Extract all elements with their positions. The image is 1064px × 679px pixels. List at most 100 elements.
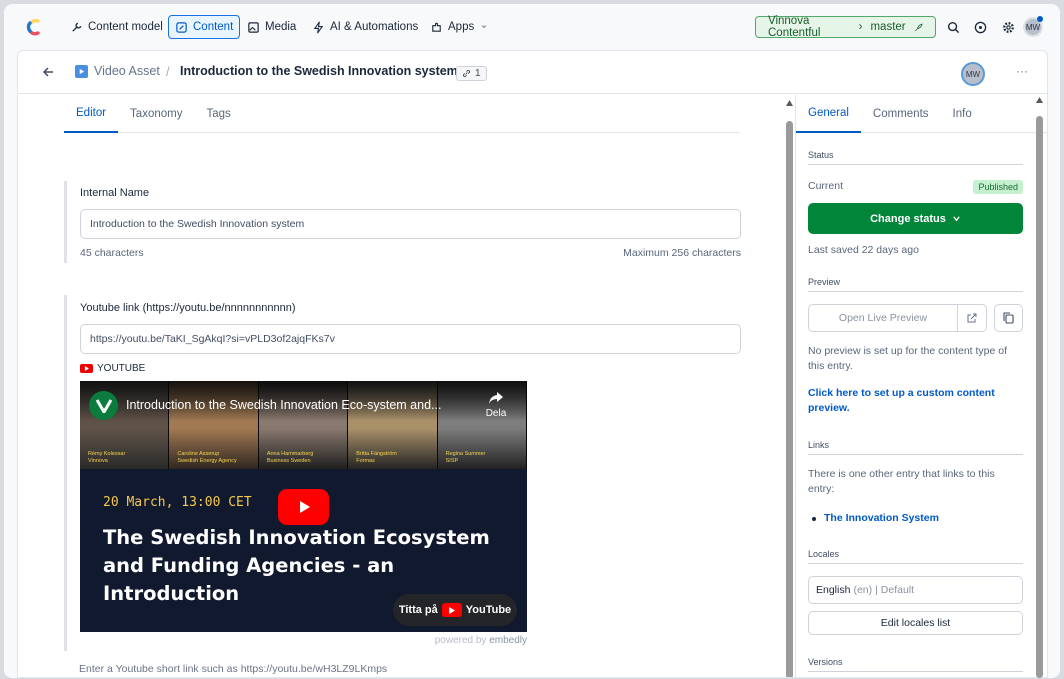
tab-comments[interactable]: Comments <box>861 95 941 133</box>
open-external-button[interactable] <box>958 304 987 332</box>
internal-name-field: Internal Name Introduction to the Swedis… <box>64 181 742 263</box>
character-count: 45 characters <box>80 247 144 259</box>
copy-icon <box>1003 312 1014 324</box>
sidebar-scrollbar[interactable] <box>1035 94 1044 678</box>
channel-logo[interactable] <box>89 391 118 420</box>
character-counter: 45 characters Maximum 256 characters <box>80 247 741 259</box>
video-title[interactable]: Introduction to the Swedish Innovation E… <box>126 398 441 412</box>
headline-line-1: The Swedish Innovation Ecosystem <box>103 526 490 549</box>
locale-code: (en) <box>853 584 873 596</box>
current-label: Current <box>808 180 844 192</box>
play-button[interactable] <box>278 489 329 525</box>
internal-name-input[interactable]: Introduction to the Swedish Innovation s… <box>80 209 741 239</box>
youtube-link-input[interactable]: https://youtu.be/TaKI_SgAkqI?si=vPLD3of2… <box>80 324 741 354</box>
speaker-name: Britta Fängström <box>356 451 397 457</box>
rocket-icon <box>914 23 923 31</box>
linked-entry[interactable]: The Innovation System <box>824 511 939 526</box>
nav-content[interactable]: Content <box>168 15 241 39</box>
wrench-icon <box>72 22 82 32</box>
content-type-label: Video Asset <box>94 64 160 78</box>
tab-general[interactable]: General <box>796 95 861 133</box>
share-button[interactable]: Dela <box>481 391 511 419</box>
nav-media[interactable]: Media <box>241 15 302 39</box>
links-section: Links There is one other entry that link… <box>808 440 1023 526</box>
versions-section: Versions <box>808 657 1023 672</box>
video-embed[interactable]: Rémy Kolessar Vinnova Caroline Asserup Swe… <box>80 381 527 632</box>
editor-scrollbar[interactable] <box>785 97 794 678</box>
change-status-button[interactable]: Change status <box>808 203 1023 234</box>
content-type-breadcrumb[interactable]: Video Asset <box>75 64 160 78</box>
embedly-brand: embedly <box>489 635 527 646</box>
speaker-org: Swedish Energy Agency <box>177 458 237 464</box>
link-icon <box>462 69 471 78</box>
entry-editor-initials: MW <box>965 69 981 79</box>
nav-apps-label: Apps <box>448 21 475 33</box>
chevron-down-icon <box>953 216 960 222</box>
watch-on-youtube-button[interactable]: Titta på YouTube <box>393 594 517 626</box>
entry-title: Introduction to the Swedish Innovation s… <box>180 64 458 78</box>
tab-info[interactable]: Info <box>941 95 984 133</box>
last-saved: Last saved 22 days ago <box>808 244 919 256</box>
edit-icon <box>176 21 187 33</box>
search-icon <box>947 21 959 33</box>
help-button[interactable] <box>971 18 989 36</box>
breadcrumb-separator: / <box>166 64 170 79</box>
copy-preview-button[interactable] <box>994 304 1023 332</box>
entry-editor-panel: Video Asset / Introduction to the Swedis… <box>17 50 1048 678</box>
speaker-org: Formas <box>356 458 375 464</box>
speaker-name: Caroline Asserup <box>177 451 220 457</box>
tab-tags[interactable]: Tags <box>194 95 242 133</box>
contentful-logo[interactable] <box>24 17 44 37</box>
edit-locales-button[interactable]: Edit locales list <box>808 611 1023 635</box>
environment-name: Vinnova Contentful <box>768 15 821 39</box>
youtube-link-field: Youtube link (https://youtu.be/nnnnnnnnn… <box>64 295 742 651</box>
gear-icon <box>1002 21 1014 33</box>
nav-media-label: Media <box>265 21 297 33</box>
links-text: There is one other entry that links to t… <box>808 468 995 495</box>
open-preview-group: Open Live Preview <box>808 304 987 332</box>
entry-editor-avatar[interactable]: MW <box>961 62 985 86</box>
locales-heading: Locales <box>808 549 1023 564</box>
versions-heading: Versions <box>808 657 1023 672</box>
youtube-link-label: Youtube link (https://youtu.be/nnnnnnnnn… <box>80 302 296 314</box>
custom-preview-link[interactable]: Click here to set up a custom content pr… <box>808 386 1023 416</box>
speaker-name: Rémy Kolessar <box>88 451 126 457</box>
locales-section: Locales English (en) | Default Edit loca… <box>808 549 1023 635</box>
embed-provider: YOUTUBE <box>80 363 742 374</box>
tab-taxonomy[interactable]: Taxonomy <box>118 95 194 133</box>
link-item: The Innovation System <box>808 511 1023 526</box>
bullet <box>812 516 816 521</box>
references-count: 1 <box>475 68 481 79</box>
open-live-preview-button[interactable]: Open Live Preview <box>808 304 958 332</box>
nav-content-model[interactable]: Content model <box>64 15 169 39</box>
status-row: Current Published <box>808 179 1023 194</box>
tab-editor[interactable]: Editor <box>64 95 119 133</box>
play-icon <box>299 501 310 513</box>
embedly-attribution[interactable]: powered by embedly <box>80 635 527 646</box>
share-icon <box>489 392 503 404</box>
environment-selector[interactable]: Vinnova Contentful › master <box>755 15 936 39</box>
status-badge: Published <box>973 179 1023 194</box>
back-arrow-icon[interactable] <box>40 64 56 80</box>
status-heading: Status <box>808 150 1023 165</box>
nav-ai-automations[interactable]: AI & Automations <box>306 15 424 39</box>
youtube-help-text: Enter a Youtube short link such as https… <box>79 663 388 675</box>
user-initials: MW <box>1025 22 1041 32</box>
change-status-label: Change status <box>870 212 946 225</box>
preview-section: Preview Open Live Preview No preview is … <box>808 277 1023 416</box>
locale-selector[interactable]: English (en) | Default <box>808 576 1023 604</box>
speaker-org: SISP <box>445 458 459 464</box>
puzzle-icon <box>432 22 441 32</box>
event-date: 20 March, 13:00 CET <box>103 495 252 510</box>
provider-label: YOUTUBE <box>97 363 146 374</box>
image-icon <box>248 21 259 33</box>
search-button[interactable] <box>944 18 962 36</box>
internal-name-label: Internal Name <box>80 187 150 199</box>
external-link-icon <box>967 313 977 323</box>
settings-button[interactable] <box>999 18 1017 36</box>
more-options-icon[interactable]: ··· <box>1016 64 1028 78</box>
sidebar-tabs: General Comments Info <box>796 95 1047 133</box>
branch-name: master <box>870 21 906 33</box>
nav-apps[interactable]: Apps <box>424 15 495 39</box>
references-badge[interactable]: 1 <box>456 66 487 81</box>
